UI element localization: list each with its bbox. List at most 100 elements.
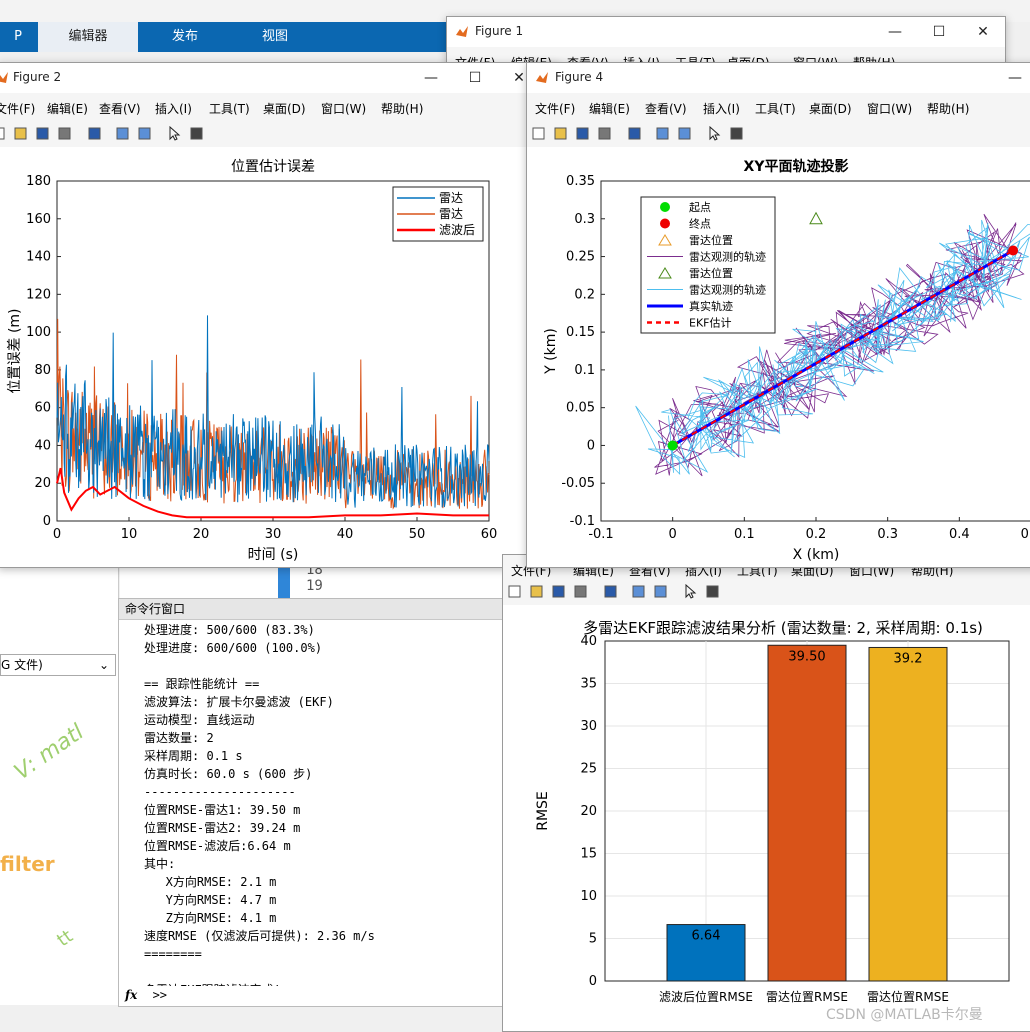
colorbar-icon[interactable]: [655, 126, 670, 141]
menu-item[interactable]: 工具(T): [755, 100, 796, 117]
menu-item[interactable]: 插入(I): [155, 100, 192, 117]
figure3-window[interactable]: 文件(F) 编辑(E) 查看(V) 插入(I) 工具(T) 桌面(D) 窗口(W) 帮助(H)…: [502, 554, 1030, 1032]
command-output-line: 其中:: [144, 857, 176, 871]
menu-item[interactable]: 查看(V): [99, 100, 141, 117]
legend-label: 终点: [689, 217, 711, 231]
decorative-text: V: matl: [9, 719, 89, 786]
y-tick-label: 25: [580, 762, 597, 777]
command-output-line: [144, 963, 499, 981]
command-output-line: 速度RMSE (仅滤波后可提供): 2.36 m/s: [144, 929, 375, 943]
menu-item[interactable]: 文件(F): [535, 100, 575, 117]
figure2-menubar: 文件(F) 编辑(E) 查看(V) 插入(I) 工具(T) 桌面(D) 窗口(W) 帮助(H): [0, 93, 559, 121]
minimize-button[interactable]: —: [873, 17, 917, 47]
legend-icon[interactable]: [653, 584, 668, 599]
decorative-text: tt: [53, 925, 77, 952]
menu-item[interactable]: 帮助(H): [381, 100, 423, 117]
open-folder-icon[interactable]: [529, 584, 544, 599]
ribbon-tab-view[interactable]: 视图: [230, 22, 320, 52]
y-tick-label: 40: [580, 634, 597, 649]
x-tick-label: 雷达位置RMSE: [766, 989, 848, 1004]
x-tick-label: 雷达位置RMSE: [867, 989, 949, 1004]
link-icon[interactable]: [603, 584, 618, 599]
menu-item[interactable]: 编辑(E): [589, 100, 630, 117]
y-tick-label: 40: [34, 438, 51, 453]
pointer-icon[interactable]: [167, 126, 182, 141]
x-tick-label: 0: [53, 527, 61, 542]
new-file-icon[interactable]: [507, 584, 522, 599]
command-output-line: 滤波算法: 扩展卡尔曼滤波 (EKF): [144, 695, 334, 709]
legend-icon[interactable]: [137, 126, 152, 141]
file-type-combo[interactable]: G 文件) ⌄: [0, 654, 116, 676]
y-tick-label: 0: [589, 974, 597, 989]
print-icon[interactable]: [573, 584, 588, 599]
save-icon[interactable]: [575, 126, 590, 141]
open-folder-icon[interactable]: [553, 126, 568, 141]
figure2-title: Figure 2: [13, 70, 62, 84]
colorbar-icon[interactable]: [115, 126, 130, 141]
print-icon[interactable]: [597, 126, 612, 141]
x-tick-label: 50: [409, 527, 426, 542]
menu-item[interactable]: 桌面(D): [809, 100, 852, 117]
open-folder-icon[interactable]: [13, 126, 28, 141]
property-icon[interactable]: [729, 126, 744, 141]
fx-icon[interactable]: fx: [125, 988, 137, 1002]
y-tick-label: 160: [26, 212, 51, 227]
menu-item[interactable]: 窗口(W): [867, 100, 912, 117]
menu-item[interactable]: 文件(F): [0, 100, 35, 117]
y-tick-label: 0.35: [566, 174, 595, 189]
y-tick-label: 0.25: [566, 250, 595, 265]
maximize-button[interactable]: ☐: [917, 17, 961, 47]
ribbon-tab-publish[interactable]: 发布: [140, 22, 230, 52]
watermark: CSDN @MATLAB卡尔曼: [826, 1007, 983, 1023]
y-tick-label: 0: [587, 438, 595, 453]
minimize-button[interactable]: —: [409, 63, 453, 93]
menu-item[interactable]: 窗口(W): [321, 100, 366, 117]
new-file-icon[interactable]: [531, 126, 546, 141]
chart-title: XY平面轨迹投影: [744, 158, 849, 175]
menu-item[interactable]: 编辑(E): [47, 100, 88, 117]
command-output-line: 多雷达EKF跟踪滤波完成!: [144, 981, 499, 986]
figure2-window[interactable]: Figure 2 — ☐ ✕ 文件(F) 编辑(E) 查看(V) 插入(I) 工具(T)…: [0, 62, 560, 568]
link-icon[interactable]: [87, 126, 102, 141]
y-tick-label: -0.05: [561, 476, 595, 491]
command-window[interactable]: 命令行窗口 处理进度: 500/600 (83.3%) 处理进度: 600/600…: [118, 598, 504, 1007]
save-icon[interactable]: [551, 584, 566, 599]
menu-item[interactable]: 帮助(H): [927, 100, 969, 117]
link-icon[interactable]: [627, 126, 642, 141]
x-tick-label: 0.3: [877, 527, 898, 542]
figure4-title: Figure 4: [555, 70, 604, 84]
error-chart: 位置估计误差 0 10 20 30 40 50 60 0 20 40 60 80 100 120 140 160…: [7, 159, 497, 563]
bar-data-label: 39.2: [894, 651, 923, 666]
colorbar-icon[interactable]: [631, 584, 646, 599]
new-file-icon[interactable]: [0, 126, 6, 141]
legend-label: 雷达观测的轨迹: [689, 250, 766, 264]
save-icon[interactable]: [35, 126, 50, 141]
command-prompt[interactable]: fx >>: [125, 988, 167, 1002]
legend-label: 起点: [689, 201, 711, 214]
current-folder-panel: G 文件) ⌄ V: matl filter tt: [0, 560, 119, 1005]
menu-item[interactable]: 桌面(D): [263, 100, 306, 117]
ribbon-tab-partial[interactable]: P: [0, 22, 36, 52]
figure2-titlebar[interactable]: Figure 2 — ☐ ✕: [0, 63, 559, 93]
command-output-line: X方向RMSE: 2.1 m: [144, 875, 277, 889]
close-button[interactable]: ✕: [961, 17, 1005, 47]
ribbon-tab-editor[interactable]: 编辑器: [38, 22, 138, 52]
print-icon[interactable]: [57, 126, 72, 141]
property-icon[interactable]: [189, 126, 204, 141]
menu-item[interactable]: 插入(I): [703, 100, 740, 117]
figure1-titlebar[interactable]: Figure 1 — ☐ ✕: [447, 17, 1005, 47]
matlab-icon: [536, 72, 548, 83]
minimize-button[interactable]: —: [993, 63, 1030, 93]
pointer-icon[interactable]: [707, 126, 722, 141]
legend-icon[interactable]: [677, 126, 692, 141]
y-tick-label: 180: [26, 174, 51, 189]
property-icon[interactable]: [705, 584, 720, 599]
menu-item[interactable]: 查看(V): [645, 100, 687, 117]
pointer-icon[interactable]: [683, 584, 698, 599]
figure4-window[interactable]: Figure 4 — 文件(F) 编辑(E) 查看(V) 插入(I) 工具(T) 桌面(D…: [526, 62, 1030, 568]
figure4-titlebar[interactable]: Figure 4 —: [527, 63, 1030, 93]
menu-item[interactable]: 工具(T): [209, 100, 250, 117]
x-axis-label: X (km): [793, 547, 840, 563]
legend-label: 雷达: [439, 191, 463, 205]
maximize-button[interactable]: ☐: [453, 63, 497, 93]
